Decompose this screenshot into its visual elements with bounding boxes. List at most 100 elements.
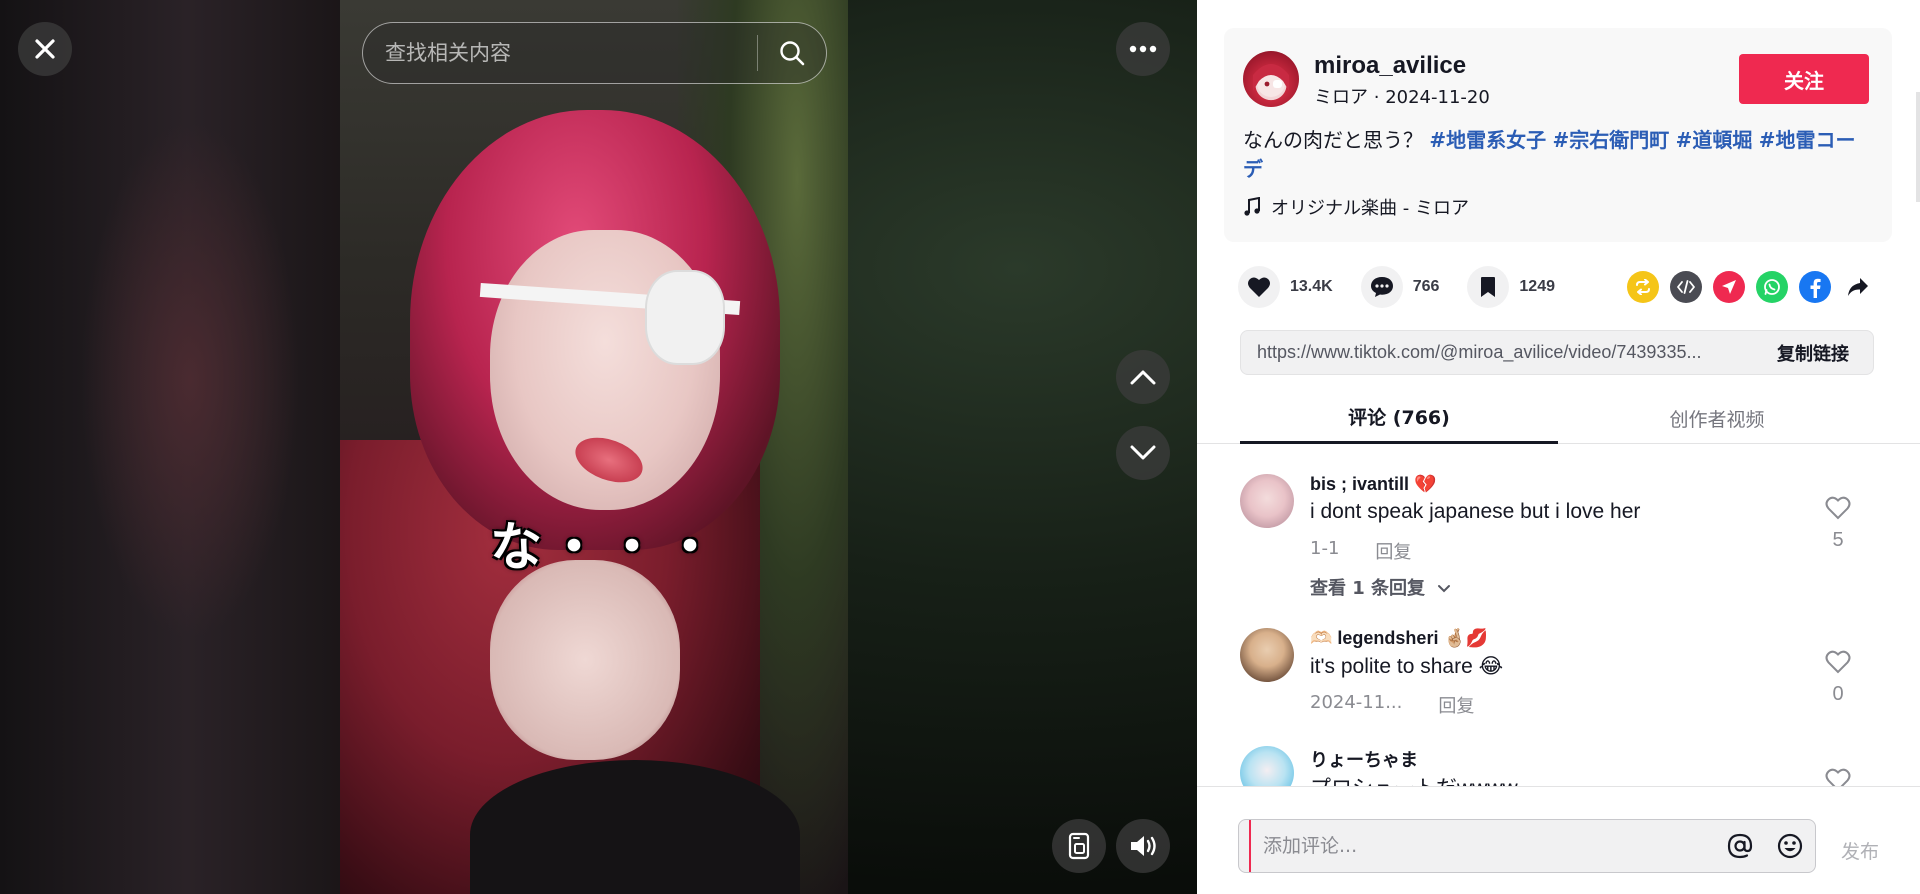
view-replies-label: 查看 1 条回复 <box>1310 578 1426 599</box>
comment-text: it's polite to share 😂 <box>1310 655 1504 678</box>
video-scene-hand <box>490 560 680 760</box>
save-button[interactable]: 1249 <box>1467 266 1555 308</box>
whatsapp-icon[interactable] <box>1756 271 1788 303</box>
search-input[interactable] <box>363 23 757 83</box>
video-link-box: https://www.tiktok.com/@miroa_avilice/vi… <box>1240 330 1874 375</box>
comment-like-count: 5 <box>1832 529 1844 551</box>
comment-composer: 发布 <box>1197 786 1920 894</box>
chevron-up-icon <box>1130 370 1156 385</box>
tab-creator-videos[interactable]: 创作者视频 <box>1558 392 1876 444</box>
app-root: な・・・ 查找相关内容 miroa_avilice ミロア · 2024-11-… <box>0 0 1920 894</box>
video-url[interactable]: https://www.tiktok.com/@miroa_avilice/vi… <box>1241 342 1753 363</box>
heart-outline-icon <box>1825 650 1851 674</box>
volume-icon <box>1131 836 1156 856</box>
chevron-down-icon <box>1130 445 1156 460</box>
post-date: 2024-11-20 <box>1385 87 1490 108</box>
save-icon-wrap <box>1467 266 1510 308</box>
more-horizontal-icon <box>1129 45 1157 53</box>
heart-icon <box>1248 277 1270 297</box>
author-display-name: ミロア <box>1314 87 1368 108</box>
comment-button[interactable]: 766 <box>1360 266 1440 308</box>
comment-item: 🫶🏻 legendsheri 🤞🏼💋 it's polite to share … <box>1240 628 1880 728</box>
follow-button[interactable]: 关注 <box>1739 54 1869 104</box>
close-icon <box>35 39 55 59</box>
search-bar[interactable] <box>362 22 827 84</box>
volume-button[interactable] <box>1116 819 1170 873</box>
music-note-icon <box>1244 197 1260 216</box>
floating-player-button[interactable] <box>1052 819 1106 873</box>
facebook-icon[interactable] <box>1799 271 1831 303</box>
more-options-button[interactable] <box>1116 22 1170 76</box>
comment-item: bis ; ivantill 💔 i dont speak japanese b… <box>1240 474 1880 614</box>
video-info-card: miroa_avilice ミロア · 2024-11-20 关注 なんの肉だと… <box>1224 28 1892 242</box>
embed-icon[interactable] <box>1670 271 1702 303</box>
comment-like-button[interactable] <box>1818 768 1858 786</box>
emoji-button[interactable] <box>1765 820 1815 872</box>
heart-outline-icon <box>1825 768 1851 786</box>
repost-icon[interactable] <box>1627 271 1659 303</box>
comment-like-button[interactable]: 5 <box>1818 496 1858 552</box>
hashtag-link[interactable]: #道頓堀 <box>1676 128 1753 152</box>
author-avatar[interactable] <box>1243 51 1299 107</box>
reply-button[interactable]: 回复 <box>1375 538 1411 564</box>
search-icon <box>780 41 805 66</box>
commenter-name[interactable]: りょーちゃま <box>1310 746 1418 772</box>
heart-outline-icon <box>1825 496 1851 520</box>
comment-count: 766 <box>1412 278 1440 295</box>
chevron-down-icon <box>1438 585 1451 593</box>
comment-item: りょーちゃま プロシュートだwwww <box>1240 746 1880 786</box>
previous-video-button[interactable] <box>1116 350 1170 404</box>
details-panel: miroa_avilice ミロア · 2024-11-20 关注 なんの肉だと… <box>1197 0 1920 894</box>
reply-button[interactable]: 回复 <box>1438 692 1474 718</box>
comment-text: i dont speak japanese but i love her <box>1310 500 1641 523</box>
bookmark-icon <box>1481 277 1496 297</box>
comment-input[interactable] <box>1249 820 1715 872</box>
commenter-avatar[interactable] <box>1240 474 1294 528</box>
copy-link-button[interactable]: 复制链接 <box>1753 340 1873 366</box>
subline-separator: · <box>1373 87 1386 108</box>
close-button[interactable] <box>18 22 72 76</box>
panel-scrollbar[interactable] <box>1916 92 1920 202</box>
share-icons <box>1627 264 1874 310</box>
video-description: なんの肉だと思う？ #地雷系女子 #宗右衛門町 #道頓堀 #地雷コーデ <box>1243 126 1863 184</box>
comment-icon-wrap <box>1360 266 1403 308</box>
avatar-illustration <box>1253 64 1289 97</box>
post-comment-button[interactable]: 发布 <box>1841 837 1879 864</box>
send-icon[interactable] <box>1713 271 1745 303</box>
comment-like-count: 0 <box>1832 683 1844 705</box>
view-replies-button[interactable]: 查看 1 条回复 <box>1310 574 1451 600</box>
mention-button[interactable] <box>1715 820 1765 872</box>
hashtag-link[interactable]: #宗右衛門町 <box>1552 128 1669 152</box>
commenter-avatar[interactable] <box>1240 628 1294 682</box>
description-text: なんの肉だと思う？ <box>1243 128 1423 152</box>
video-scene-eyepatch <box>645 270 725 365</box>
commenter-name[interactable]: bis ; ivantill 💔 <box>1310 474 1436 495</box>
comment-meta: 2024-11... 回复 <box>1310 692 1474 718</box>
next-video-button[interactable] <box>1116 426 1170 480</box>
video-player-area: な・・・ <box>0 0 1197 894</box>
like-icon-wrap <box>1238 266 1280 308</box>
mini-player-icon <box>1068 832 1090 860</box>
video-caption: な・・・ <box>490 518 723 578</box>
comment-date: 1-1 <box>1310 538 1340 559</box>
like-button[interactable]: 13.4K <box>1238 266 1333 308</box>
action-bar: 13.4K 766 1249 <box>1238 264 1888 310</box>
author-username[interactable]: miroa_avilice <box>1314 52 1466 80</box>
commenter-name[interactable]: 🫶🏻 legendsheri 🤞🏼💋 <box>1310 628 1488 649</box>
comment-text: プロシュートだwwww <box>1310 772 1518 786</box>
music-link[interactable]: オリジナル楽曲 - ミロア <box>1243 194 1469 220</box>
comment-like-button[interactable]: 0 <box>1818 650 1858 706</box>
search-button[interactable] <box>758 23 826 83</box>
video-frame[interactable] <box>340 0 848 894</box>
comment-meta: 1-1 回复 <box>1310 538 1411 564</box>
commenter-avatar[interactable] <box>1240 746 1294 786</box>
tab-comments[interactable]: 评论 (766) <box>1240 392 1558 444</box>
author-subline: ミロア · 2024-11-20 <box>1314 83 1490 109</box>
video-background-blur <box>0 0 340 894</box>
save-count: 1249 <box>1519 278 1555 295</box>
share-arrow-icon[interactable] <box>1842 271 1874 303</box>
comment-date: 2024-11... <box>1310 692 1403 713</box>
like-count: 13.4K <box>1290 278 1333 295</box>
music-label: オリジナル楽曲 - ミロア <box>1271 198 1469 219</box>
hashtag-link[interactable]: #地雷系女子 <box>1429 128 1546 152</box>
